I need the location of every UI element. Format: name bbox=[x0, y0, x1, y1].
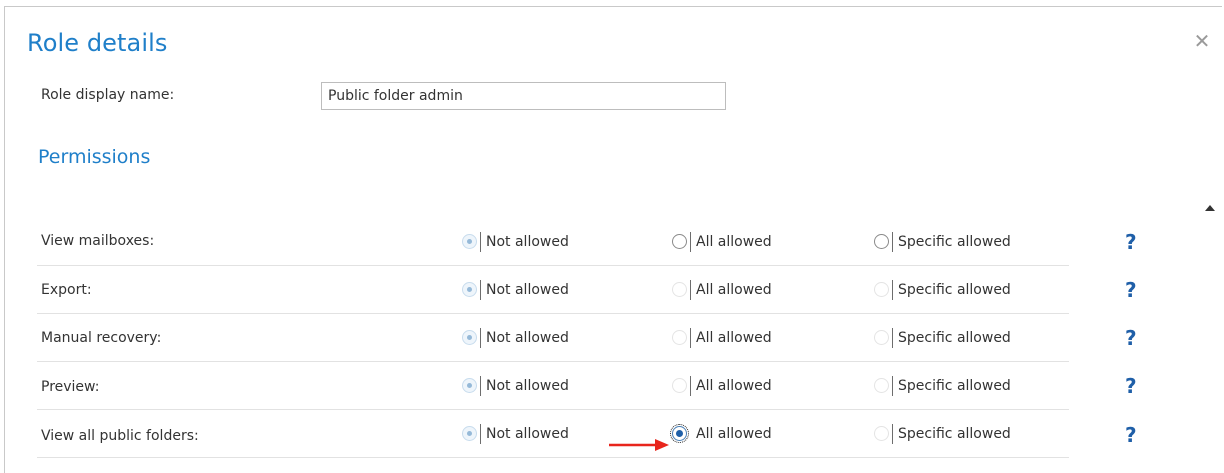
radio-button[interactable] bbox=[462, 426, 477, 441]
permission-row-export: Export: Not allowed All allowed Specific… bbox=[37, 266, 1137, 314]
red-arrow-icon bbox=[609, 439, 669, 451]
option-label: All allowed bbox=[696, 329, 772, 346]
option-specific-allowed[interactable]: Specific allowed bbox=[874, 218, 1011, 265]
help-icon[interactable]: ? bbox=[1125, 230, 1137, 254]
radio-button[interactable] bbox=[874, 330, 889, 345]
permission-label: Export: bbox=[41, 282, 92, 298]
divider bbox=[480, 375, 481, 396]
radio-button[interactable] bbox=[672, 378, 687, 393]
permission-label: Manual recovery: bbox=[41, 330, 162, 346]
close-icon[interactable]: ✕ bbox=[1192, 31, 1212, 51]
divider bbox=[892, 423, 893, 444]
role-display-name-label: Role display name: bbox=[41, 87, 175, 103]
divider bbox=[690, 279, 691, 300]
divider bbox=[690, 424, 691, 444]
permission-label: View mailboxes: bbox=[41, 233, 155, 249]
divider bbox=[892, 231, 893, 252]
radio-button[interactable] bbox=[874, 282, 889, 297]
divider bbox=[480, 231, 481, 252]
option-specific-allowed[interactable]: Specific allowed bbox=[874, 266, 1011, 313]
radio-button[interactable] bbox=[462, 378, 477, 393]
option-all-allowed[interactable]: All allowed bbox=[672, 218, 772, 265]
help-icon[interactable]: ? bbox=[1125, 326, 1137, 350]
divider bbox=[480, 423, 481, 444]
radio-button[interactable] bbox=[462, 282, 477, 297]
divider bbox=[480, 279, 481, 300]
divider bbox=[480, 327, 481, 348]
option-label: Specific allowed bbox=[898, 377, 1011, 394]
permission-row-manual-recovery: Manual recovery: Not allowed All allowed… bbox=[37, 314, 1137, 362]
divider bbox=[892, 375, 893, 396]
permission-label: Preview: bbox=[41, 379, 100, 395]
option-specific-allowed[interactable]: Specific allowed bbox=[874, 314, 1011, 361]
divider bbox=[892, 279, 893, 300]
option-specific-allowed[interactable]: Specific allowed bbox=[874, 410, 1011, 457]
radio-button[interactable] bbox=[462, 234, 477, 249]
radio-button[interactable] bbox=[672, 234, 687, 249]
option-all-allowed[interactable]: All allowed bbox=[672, 266, 772, 313]
divider bbox=[690, 327, 691, 348]
option-label: Specific allowed bbox=[898, 233, 1011, 250]
divider bbox=[690, 375, 691, 396]
permission-row-view-mailboxes: View mailboxes: Not allowed All allowed … bbox=[37, 218, 1137, 266]
option-label: Specific allowed bbox=[898, 425, 1011, 442]
option-label: All allowed bbox=[696, 377, 772, 394]
option-specific-allowed[interactable]: Specific allowed bbox=[874, 362, 1011, 409]
option-label: All allowed bbox=[696, 233, 772, 250]
option-not-allowed[interactable]: Not allowed bbox=[462, 410, 569, 457]
radio-button[interactable] bbox=[874, 378, 889, 393]
dialog-title: Role details bbox=[27, 29, 168, 57]
radio-button[interactable] bbox=[672, 282, 687, 297]
radio-button-selected[interactable] bbox=[670, 424, 689, 443]
option-label: Not allowed bbox=[486, 425, 569, 442]
option-not-allowed[interactable]: Not allowed bbox=[462, 266, 569, 313]
option-label: Specific allowed bbox=[898, 329, 1011, 346]
radio-button[interactable] bbox=[462, 330, 477, 345]
role-display-name-input[interactable] bbox=[321, 82, 726, 110]
permission-label: View all public folders: bbox=[41, 428, 199, 444]
option-label: Not allowed bbox=[486, 233, 569, 250]
divider bbox=[892, 327, 893, 348]
option-all-allowed[interactable]: All allowed bbox=[672, 314, 772, 361]
option-label: All allowed bbox=[696, 425, 772, 442]
permission-row-preview: Preview: Not allowed All allowed Specifi… bbox=[37, 362, 1137, 410]
option-all-allowed[interactable]: All allowed bbox=[670, 410, 772, 457]
option-not-allowed[interactable]: Not allowed bbox=[462, 362, 569, 409]
help-icon[interactable]: ? bbox=[1125, 423, 1137, 447]
help-icon[interactable]: ? bbox=[1125, 278, 1137, 302]
option-label: Not allowed bbox=[486, 281, 569, 298]
permissions-heading: Permissions bbox=[38, 146, 151, 168]
help-icon[interactable]: ? bbox=[1125, 374, 1137, 398]
radio-button[interactable] bbox=[874, 234, 889, 249]
role-details-dialog: Role details ✕ Role display name: Permis… bbox=[4, 6, 1222, 473]
option-label: All allowed bbox=[696, 281, 772, 298]
divider bbox=[690, 231, 691, 252]
option-not-allowed[interactable]: Not allowed bbox=[462, 218, 569, 265]
option-label: Specific allowed bbox=[898, 281, 1011, 298]
permission-row-view-all-public-folders: View all public folders: Not allowed All… bbox=[37, 410, 1137, 458]
radio-button[interactable] bbox=[672, 330, 687, 345]
scroll-up-arrow-icon[interactable] bbox=[1205, 205, 1215, 211]
option-label: Not allowed bbox=[486, 377, 569, 394]
option-not-allowed[interactable]: Not allowed bbox=[462, 314, 569, 361]
option-all-allowed[interactable]: All allowed bbox=[672, 362, 772, 409]
option-label: Not allowed bbox=[486, 329, 569, 346]
radio-button[interactable] bbox=[874, 426, 889, 441]
